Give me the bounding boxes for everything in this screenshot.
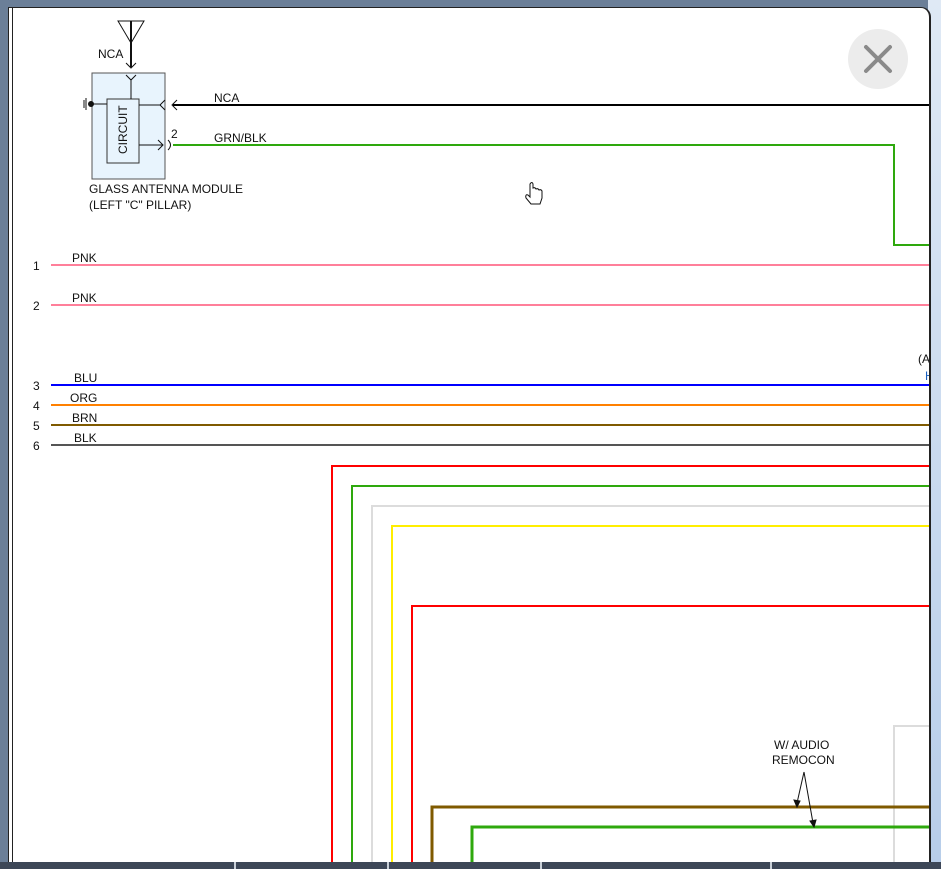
wire-white-2[interactable] <box>893 725 929 868</box>
wire-green-1[interactable] <box>351 485 929 868</box>
annotation-line2: REMOCON <box>772 753 835 767</box>
pin-2-label: 2 <box>171 127 178 141</box>
wire-num-4: 4 <box>33 399 40 413</box>
wire-num-1: 1 <box>33 259 40 273</box>
wire-white[interactable] <box>371 505 929 868</box>
bundle-wires <box>331 465 929 868</box>
circuit-label: CIRCUIT <box>116 105 130 154</box>
wire-label-2: PNK <box>72 291 97 305</box>
toolbar-separator <box>540 862 542 869</box>
wire-num-2: 2 <box>33 299 40 313</box>
wire-num-3: 3 <box>33 379 40 393</box>
annotation-line1: W/ AUDIO <box>774 738 829 752</box>
wire-label-4: ORG <box>70 391 97 405</box>
wire-label-nca: NCA <box>214 91 239 105</box>
hand-cursor-icon <box>525 182 543 205</box>
bottom-toolbar <box>0 862 941 869</box>
toolbar-separator <box>234 862 236 869</box>
antenna-label: NCA <box>98 47 123 61</box>
wire-grn-blk[interactable] <box>173 144 929 246</box>
wire-num-6: 6 <box>33 439 40 453</box>
partial-label: (A <box>918 352 929 366</box>
numbered-wires: 1 PNK 2 PNK 3 BLU 4 ORG 5 BRN 6 BLK <box>33 251 929 453</box>
wire-label-3: BLU <box>74 371 97 385</box>
wire-label-1: PNK <box>72 251 97 265</box>
wire-red-2[interactable] <box>411 605 929 868</box>
toolbar-separator <box>387 862 389 869</box>
wire-num-5: 5 <box>33 419 40 433</box>
wire-label-5: BRN <box>72 411 97 425</box>
wire-label-6: BLK <box>74 431 97 445</box>
close-x-icon <box>864 45 892 73</box>
diagram-modal: NCA CIRCUIT 2 GLASS ANTENNA MODULE (LEFT… <box>8 7 931 868</box>
module-label-line2: (LEFT "C" PILLAR) <box>89 198 191 212</box>
partial-label-2: H <box>925 369 929 383</box>
wire-label-grn-blk: GRN/BLK <box>214 131 267 145</box>
wiring-diagram[interactable]: NCA CIRCUIT 2 GLASS ANTENNA MODULE (LEFT… <box>9 8 929 868</box>
wire-yellow[interactable] <box>391 525 929 868</box>
toolbar-separator <box>770 862 772 869</box>
connector-icon <box>167 139 171 151</box>
ground-icon <box>88 101 94 107</box>
module-label-line1: GLASS ANTENNA MODULE <box>89 182 243 196</box>
annotation-arrows <box>793 771 817 829</box>
close-button[interactable] <box>848 29 908 89</box>
wire-brown-remocon[interactable] <box>430 805 929 868</box>
